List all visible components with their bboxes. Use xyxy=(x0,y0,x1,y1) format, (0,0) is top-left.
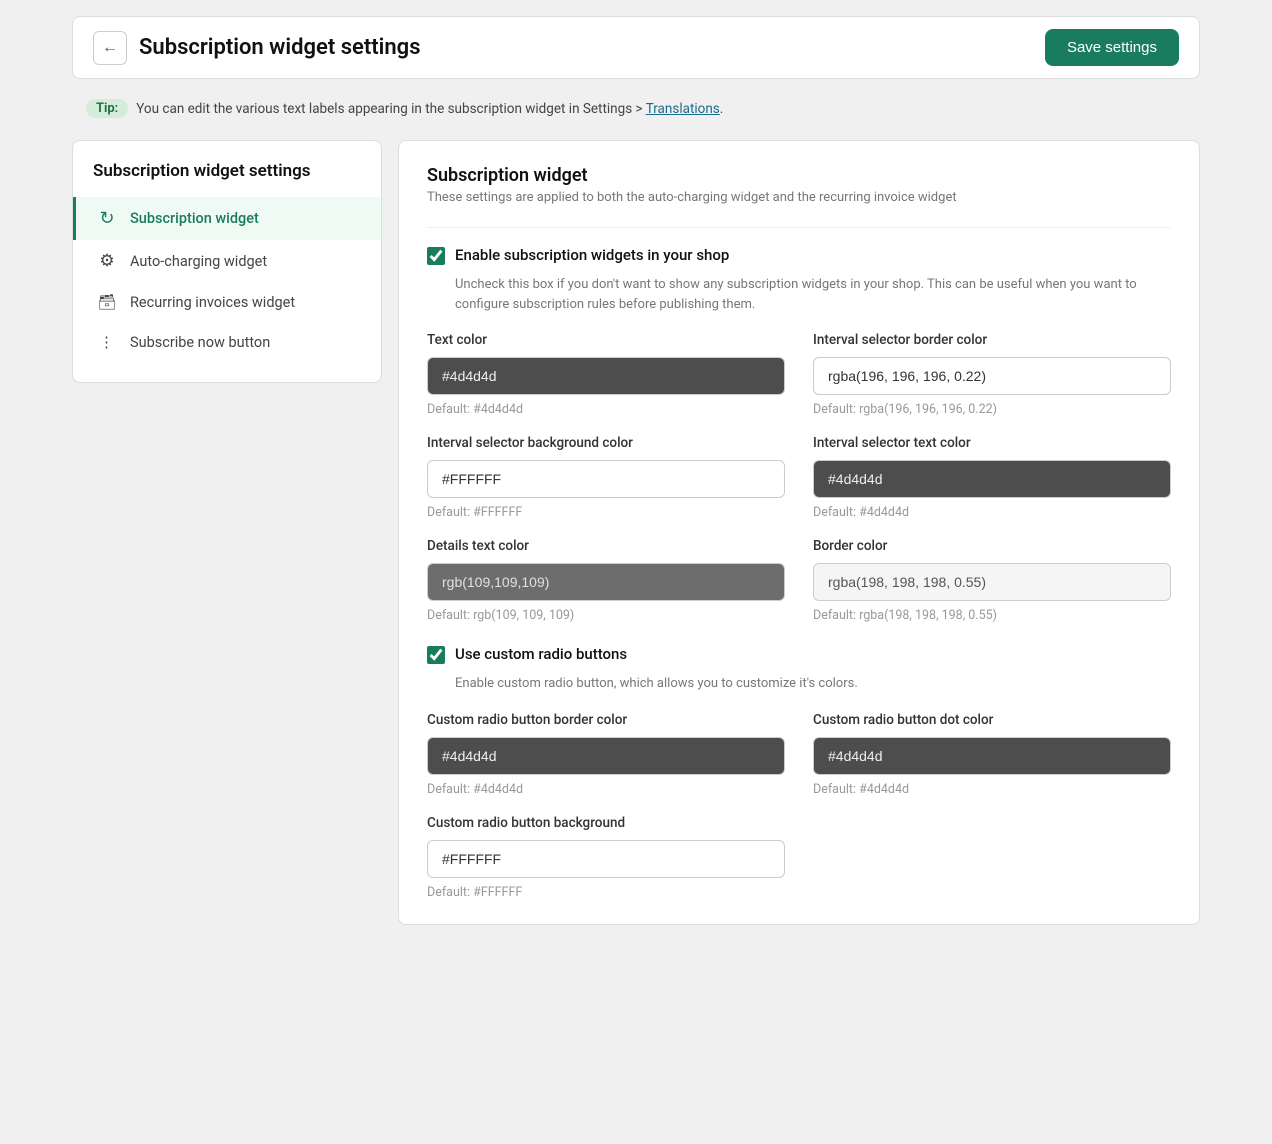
input-interval-selector-bg[interactable] xyxy=(427,460,785,498)
field-custom-radio-dot: Custom radio button dot color Default: #… xyxy=(813,712,1171,797)
field-interval-selector-border-color: Interval selector border color Default: … xyxy=(813,332,1171,417)
field-label-text-color: Text color xyxy=(427,332,785,348)
tip-badge: Tip: xyxy=(86,99,128,118)
field-text-color: Text color Default: #4d4d4d xyxy=(427,332,785,417)
custom-radio-label[interactable]: Use custom radio buttons xyxy=(455,645,627,663)
field-label-custom-radio-dot: Custom radio button dot color xyxy=(813,712,1171,728)
sidebar-item-subscribe-now-button[interactable]: ⋮ Subscribe now button xyxy=(73,322,381,362)
sidebar-item-subscription-widget[interactable]: ↻ Subscription widget xyxy=(73,197,381,240)
default-border-color: Default: rgba(198, 198, 198, 0.55) xyxy=(813,608,1171,623)
sidebar-item-label: Auto-charging widget xyxy=(130,253,267,270)
save-settings-button[interactable]: Save settings xyxy=(1045,29,1179,66)
field-interval-selector-bg: Interval selector background color Defau… xyxy=(427,435,785,520)
default-custom-radio-border: Default: #4d4d4d xyxy=(427,782,785,797)
sidebar-nav: ↻ Subscription widget ⚙ Auto-charging wi… xyxy=(73,197,381,362)
field-label-interval-border: Interval selector border color xyxy=(813,332,1171,348)
default-interval-bg: Default: #FFFFFF xyxy=(427,505,785,520)
sidebar-title: Subscription widget settings xyxy=(73,161,381,197)
sidebar-item-label: Subscription widget xyxy=(130,210,259,227)
default-interval-border: Default: rgba(196, 196, 196, 0.22) xyxy=(813,402,1171,417)
input-custom-radio-bg[interactable] xyxy=(427,840,785,878)
tip-bar: Tip: You can edit the various text label… xyxy=(72,91,1200,126)
field-label-border-color: Border color xyxy=(813,538,1171,554)
main-content: Subscription widget These settings are a… xyxy=(398,140,1200,925)
field-border-color: Border color Default: rgba(198, 198, 198… xyxy=(813,538,1171,623)
input-interval-selector-text-color[interactable] xyxy=(813,460,1171,498)
field-custom-radio-background: Custom radio button background Default: … xyxy=(427,815,785,900)
input-custom-radio-border[interactable] xyxy=(427,737,785,775)
field-label-details-text: Details text color xyxy=(427,538,785,554)
header-left: ← Subscription widget settings xyxy=(93,31,421,65)
default-details-text: Default: rgb(109, 109, 109) xyxy=(427,608,785,623)
content-layout: Subscription widget settings ↻ Subscript… xyxy=(72,140,1200,925)
color-fields-grid: Text color Default: #4d4d4d Interval sel… xyxy=(427,332,1171,623)
back-button[interactable]: ← xyxy=(93,31,127,65)
divider xyxy=(427,227,1171,228)
enable-checkbox-row: Enable subscription widgets in your shop xyxy=(427,246,1171,265)
default-custom-radio-bg: Default: #FFFFFF xyxy=(427,885,785,900)
tip-text: You can edit the various text labels app… xyxy=(136,101,723,117)
input-custom-radio-dot[interactable] xyxy=(813,737,1171,775)
refresh-icon: ↻ xyxy=(96,208,118,229)
page-title: Subscription widget settings xyxy=(139,35,421,60)
sidebar: Subscription widget settings ↻ Subscript… xyxy=(72,140,382,383)
sidebar-item-auto-charging-widget[interactable]: ⚙ Auto-charging widget xyxy=(73,240,381,282)
section-subtitle: These settings are applied to both the a… xyxy=(427,190,1171,205)
custom-radio-checkbox[interactable] xyxy=(427,646,445,664)
enable-widgets-desc: Uncheck this box if you don't want to sh… xyxy=(455,275,1171,314)
custom-radio-section: Use custom radio buttons Enable custom r… xyxy=(427,645,1171,694)
sidebar-item-recurring-invoices-widget[interactable]: 🗃 Recurring invoices widget xyxy=(73,282,381,322)
input-details-text-color[interactable] xyxy=(427,563,785,601)
section-title: Subscription widget xyxy=(427,165,1171,186)
default-text-color: Default: #4d4d4d xyxy=(427,402,785,417)
field-label-interval-text: Interval selector text color xyxy=(813,435,1171,451)
sidebar-item-label: Recurring invoices widget xyxy=(130,294,295,311)
enable-widgets-checkbox[interactable] xyxy=(427,247,445,265)
custom-radio-checkbox-row: Use custom radio buttons xyxy=(427,645,1171,664)
translations-link[interactable]: Translations xyxy=(646,101,720,117)
invoice-icon: 🗃 xyxy=(96,293,118,311)
custom-radio-fields-grid: Custom radio button border color Default… xyxy=(427,712,1171,900)
default-interval-text: Default: #4d4d4d xyxy=(813,505,1171,520)
sidebar-item-label: Subscribe now button xyxy=(130,334,270,351)
default-custom-radio-dot: Default: #4d4d4d xyxy=(813,782,1171,797)
enable-widgets-label[interactable]: Enable subscription widgets in your shop xyxy=(455,246,729,264)
field-label-interval-bg: Interval selector background color xyxy=(427,435,785,451)
input-interval-selector-border-color[interactable] xyxy=(813,357,1171,395)
custom-radio-desc: Enable custom radio button, which allows… xyxy=(455,674,1171,694)
gear-icon: ⚙ xyxy=(96,251,118,271)
field-label-custom-radio-border: Custom radio button border color xyxy=(427,712,785,728)
page-header: ← Subscription widget settings Save sett… xyxy=(72,16,1200,79)
input-border-color[interactable] xyxy=(813,563,1171,601)
input-text-color[interactable] xyxy=(427,357,785,395)
field-custom-radio-border: Custom radio button border color Default… xyxy=(427,712,785,797)
field-interval-selector-text-color: Interval selector text color Default: #4… xyxy=(813,435,1171,520)
grid-icon: ⋮ xyxy=(96,333,118,351)
field-label-custom-radio-bg: Custom radio button background xyxy=(427,815,785,831)
field-details-text-color: Details text color Default: rgb(109, 109… xyxy=(427,538,785,623)
